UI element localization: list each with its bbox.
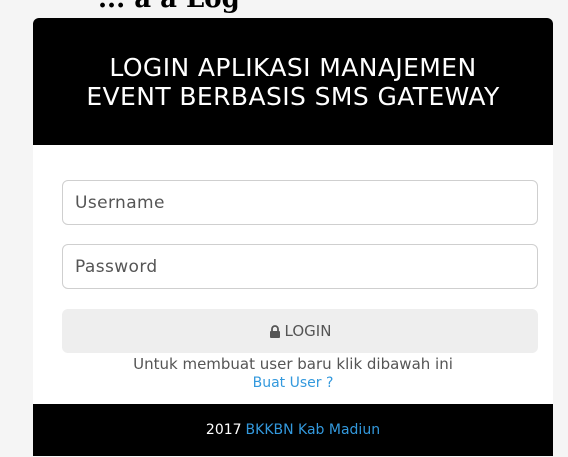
footer-org-link[interactable]: BKKBN Kab Madiun xyxy=(246,422,381,438)
login-button[interactable]: LOGIN xyxy=(62,309,538,353)
password-input[interactable] xyxy=(62,244,538,289)
page: ... a a Log LOGIN APLIKASI MANAJEMEN EVE… xyxy=(0,0,568,457)
panel-header: LOGIN APLIKASI MANAJEMEN EVENT BERBASIS … xyxy=(33,18,553,145)
username-input[interactable] xyxy=(62,180,538,225)
login-panel: LOGIN APLIKASI MANAJEMEN EVENT BERBASIS … xyxy=(33,18,553,456)
panel-footer: 2017 BKKBN Kab Madiun xyxy=(33,404,553,456)
login-button-label: LOGIN xyxy=(284,322,332,340)
cropped-caption: ... a a Log xyxy=(98,0,240,14)
footer-year: 2017 xyxy=(205,422,242,438)
login-form: LOGIN Untuk membuat user baru klik dibaw… xyxy=(33,145,553,404)
panel-title-line1: LOGIN APLIKASI MANAJEMEN xyxy=(109,52,477,82)
help-text: Untuk membuat user baru klik dibawah ini xyxy=(133,355,453,373)
lock-icon xyxy=(269,324,281,338)
register-link[interactable]: Buat User ? xyxy=(33,375,553,391)
panel-title-line2: EVENT BERBASIS SMS GATEWAY xyxy=(86,81,500,111)
